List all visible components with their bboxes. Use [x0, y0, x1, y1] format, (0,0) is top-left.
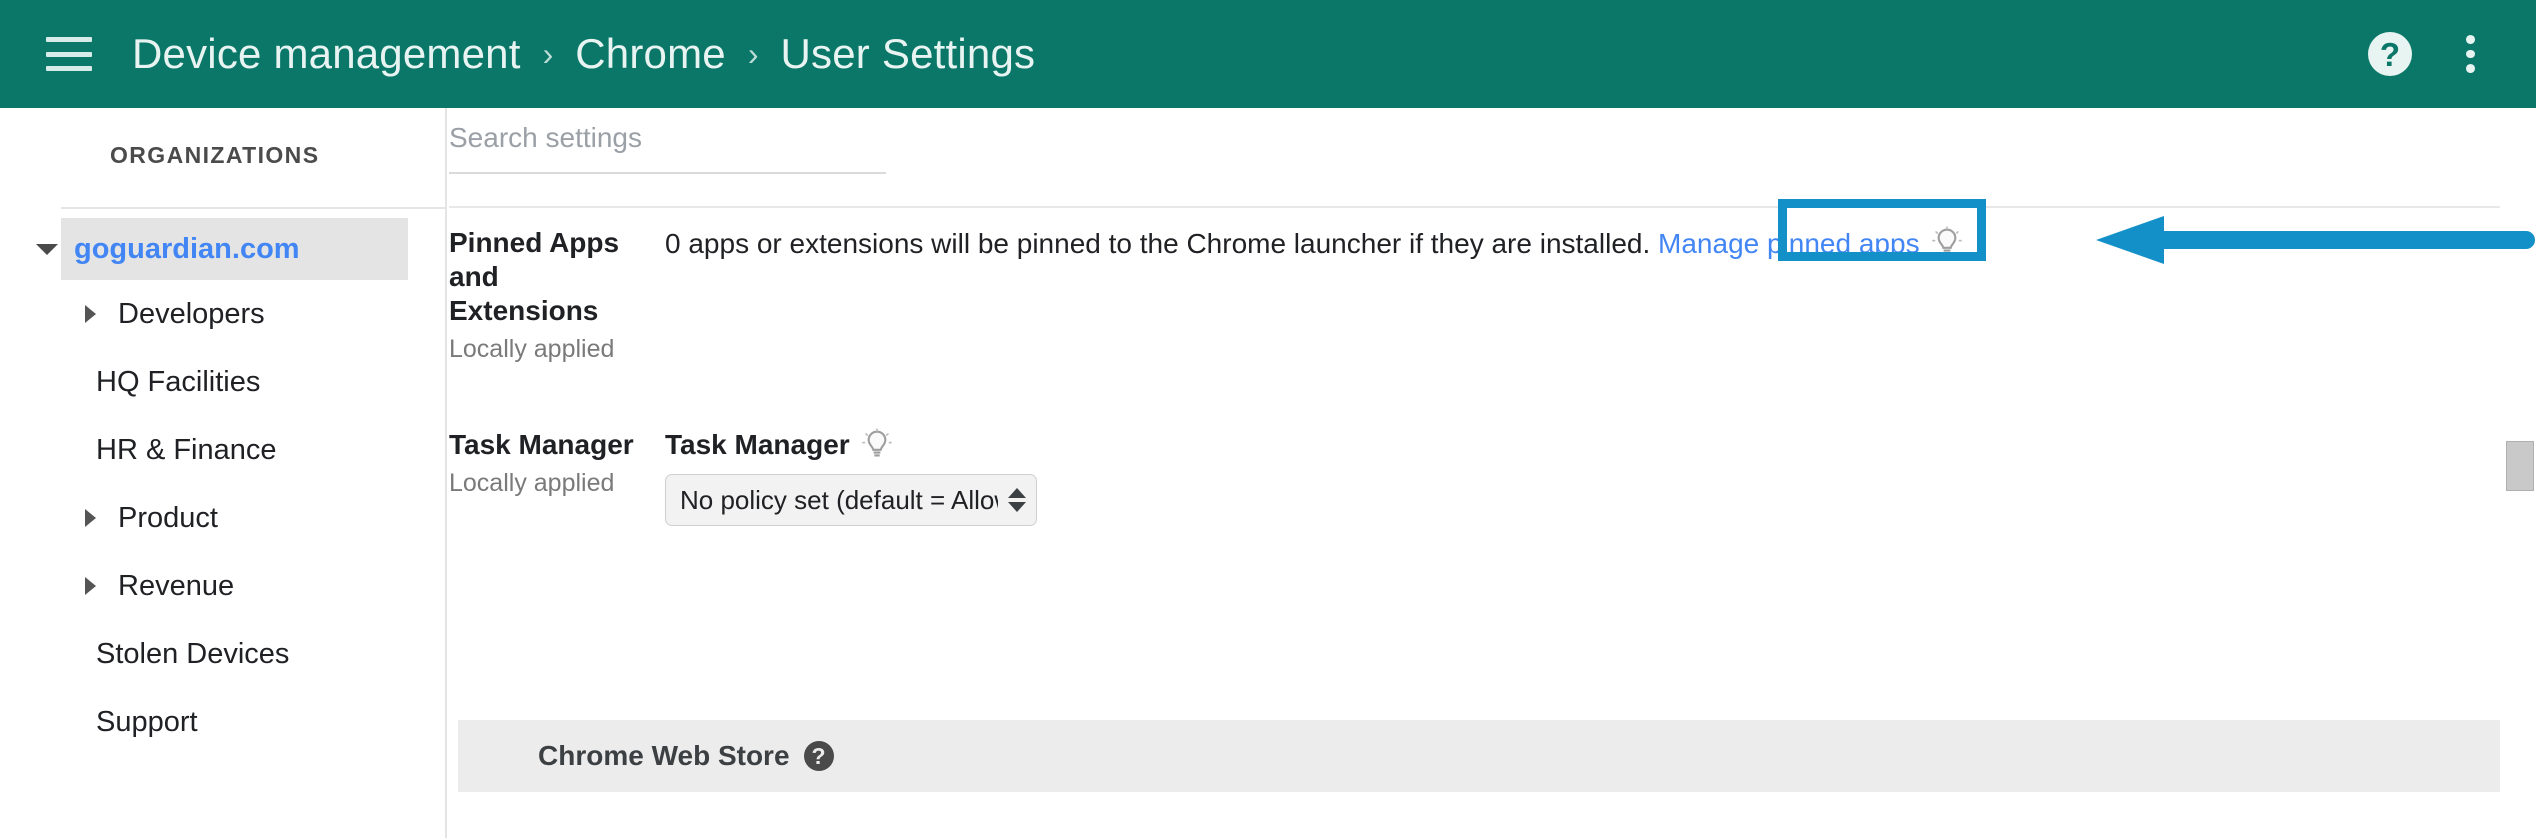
section-title: Chrome Web Store [538, 740, 790, 771]
sidebar-item-label: Revenue [118, 569, 235, 602]
sidebar-item-hr-and-finance[interactable]: HR & Finance [0, 416, 447, 484]
sidebar-item-product[interactable]: Product [0, 484, 447, 552]
organization-tree: goguardian.com Developers HQ Facilities … [0, 218, 447, 756]
setting-label-group: Pinned Apps and Extensions Locally appli… [449, 226, 639, 364]
select-stepper-icon[interactable] [1008, 488, 1026, 512]
sidebar-divider [61, 207, 447, 209]
app-header: Device management › Chrome › User Settin… [0, 0, 2536, 108]
sidebar-item-label: HQ Facilities [96, 365, 261, 398]
hamburger-menu-icon[interactable] [46, 37, 92, 71]
sidebar-item-developers[interactable]: Developers [0, 280, 447, 348]
sidebar-item-goguardian-com[interactable]: goguardian.com [36, 218, 408, 280]
lightbulb-icon[interactable] [1930, 226, 1964, 260]
settings-main: Pinned Apps and Extensions Locally appli… [449, 108, 2536, 838]
help-icon[interactable]: ? [803, 741, 834, 771]
chevron-down-icon [1008, 502, 1026, 512]
pinned-apps-description-line: 0 apps or extensions will be pinned to t… [665, 226, 1964, 261]
sidebar-item-label: Developers [118, 297, 265, 330]
pinned-apps-description: 0 apps or extensions will be pinned to t… [665, 228, 1651, 259]
settings-divider [449, 206, 2500, 208]
search-input[interactable] [449, 122, 886, 174]
sidebar-item-label: goguardian.com [74, 232, 300, 265]
setting-label-group: Task Manager Locally applied [449, 428, 639, 498]
sidebar-item-revenue[interactable]: Revenue [0, 552, 447, 620]
sidebar-item-label: Stolen Devices [96, 637, 290, 670]
breadcrumb-separator-icon: › [542, 36, 554, 72]
breadcrumb-separator-icon: › [747, 36, 759, 72]
header-actions: ? [2368, 32, 2492, 76]
sidebar-item-hq-facilities[interactable]: HQ Facilities [0, 348, 447, 416]
search-settings-container [449, 108, 886, 174]
sidebar-heading: ORGANIZATIONS [110, 142, 320, 168]
kebab-dot [2465, 35, 2475, 44]
sidebar-item-label: Product [118, 501, 218, 534]
kebab-menu-icon[interactable] [2448, 32, 2492, 76]
task-manager-field-title: Task Manager [665, 429, 850, 460]
chevron-up-icon [1008, 488, 1026, 498]
vertical-scrollbar[interactable] [2500, 108, 2536, 838]
kebab-dot [2465, 49, 2475, 59]
breadcrumb-item-chrome[interactable]: Chrome [575, 33, 726, 75]
sidebar-item-label: Support [96, 705, 198, 738]
scrollbar-thumb[interactable] [2506, 441, 2534, 491]
hamburger-line [46, 51, 92, 57]
section-header-chrome-web-store[interactable]: Chrome Web Store ? [458, 720, 2513, 792]
manage-pinned-apps-link[interactable]: Manage pinned apps [1658, 228, 1920, 259]
help-icon[interactable]: ? [2368, 32, 2412, 76]
task-manager-policy-value: No policy set (default = Allow users to … [680, 484, 998, 515]
chevron-right-icon[interactable] [85, 305, 96, 323]
breadcrumb: Device management › Chrome › User Settin… [132, 33, 2368, 75]
sidebar-item-stolen-devices[interactable]: Stolen Devices [0, 620, 447, 688]
hamburger-line [46, 66, 92, 71]
setting-title: Task Manager [449, 429, 634, 460]
breadcrumb-item-user-settings[interactable]: User Settings [781, 33, 1036, 75]
page-body: ORGANIZATIONS goguardian.com Developers … [0, 108, 2536, 838]
organizations-sidebar: ORGANIZATIONS goguardian.com Developers … [0, 108, 447, 838]
breadcrumb-item-device-management[interactable]: Device management [132, 33, 521, 75]
chevron-right-icon[interactable] [85, 577, 96, 595]
setting-applied-scope: Locally applied [449, 469, 615, 498]
chevron-down-icon[interactable] [36, 243, 58, 255]
task-manager-policy-select[interactable]: No policy set (default = Allow users to … [665, 474, 1037, 526]
setting-title: Pinned Apps and Extensions [449, 227, 620, 327]
lightbulb-icon[interactable] [860, 428, 894, 462]
kebab-dot [2465, 64, 2475, 74]
setting-applied-scope: Locally applied [449, 335, 615, 364]
hamburger-line [46, 37, 92, 42]
task-manager-field-title-row: Task Manager [665, 428, 1037, 462]
sidebar-item-label: HR & Finance [96, 433, 277, 466]
setting-body: Task Manager No policy set (default = Al… [665, 428, 1037, 526]
sidebar-item-support[interactable]: Support [0, 688, 447, 756]
chevron-right-icon[interactable] [85, 509, 96, 527]
setting-body: 0 apps or extensions will be pinned to t… [665, 226, 1964, 261]
